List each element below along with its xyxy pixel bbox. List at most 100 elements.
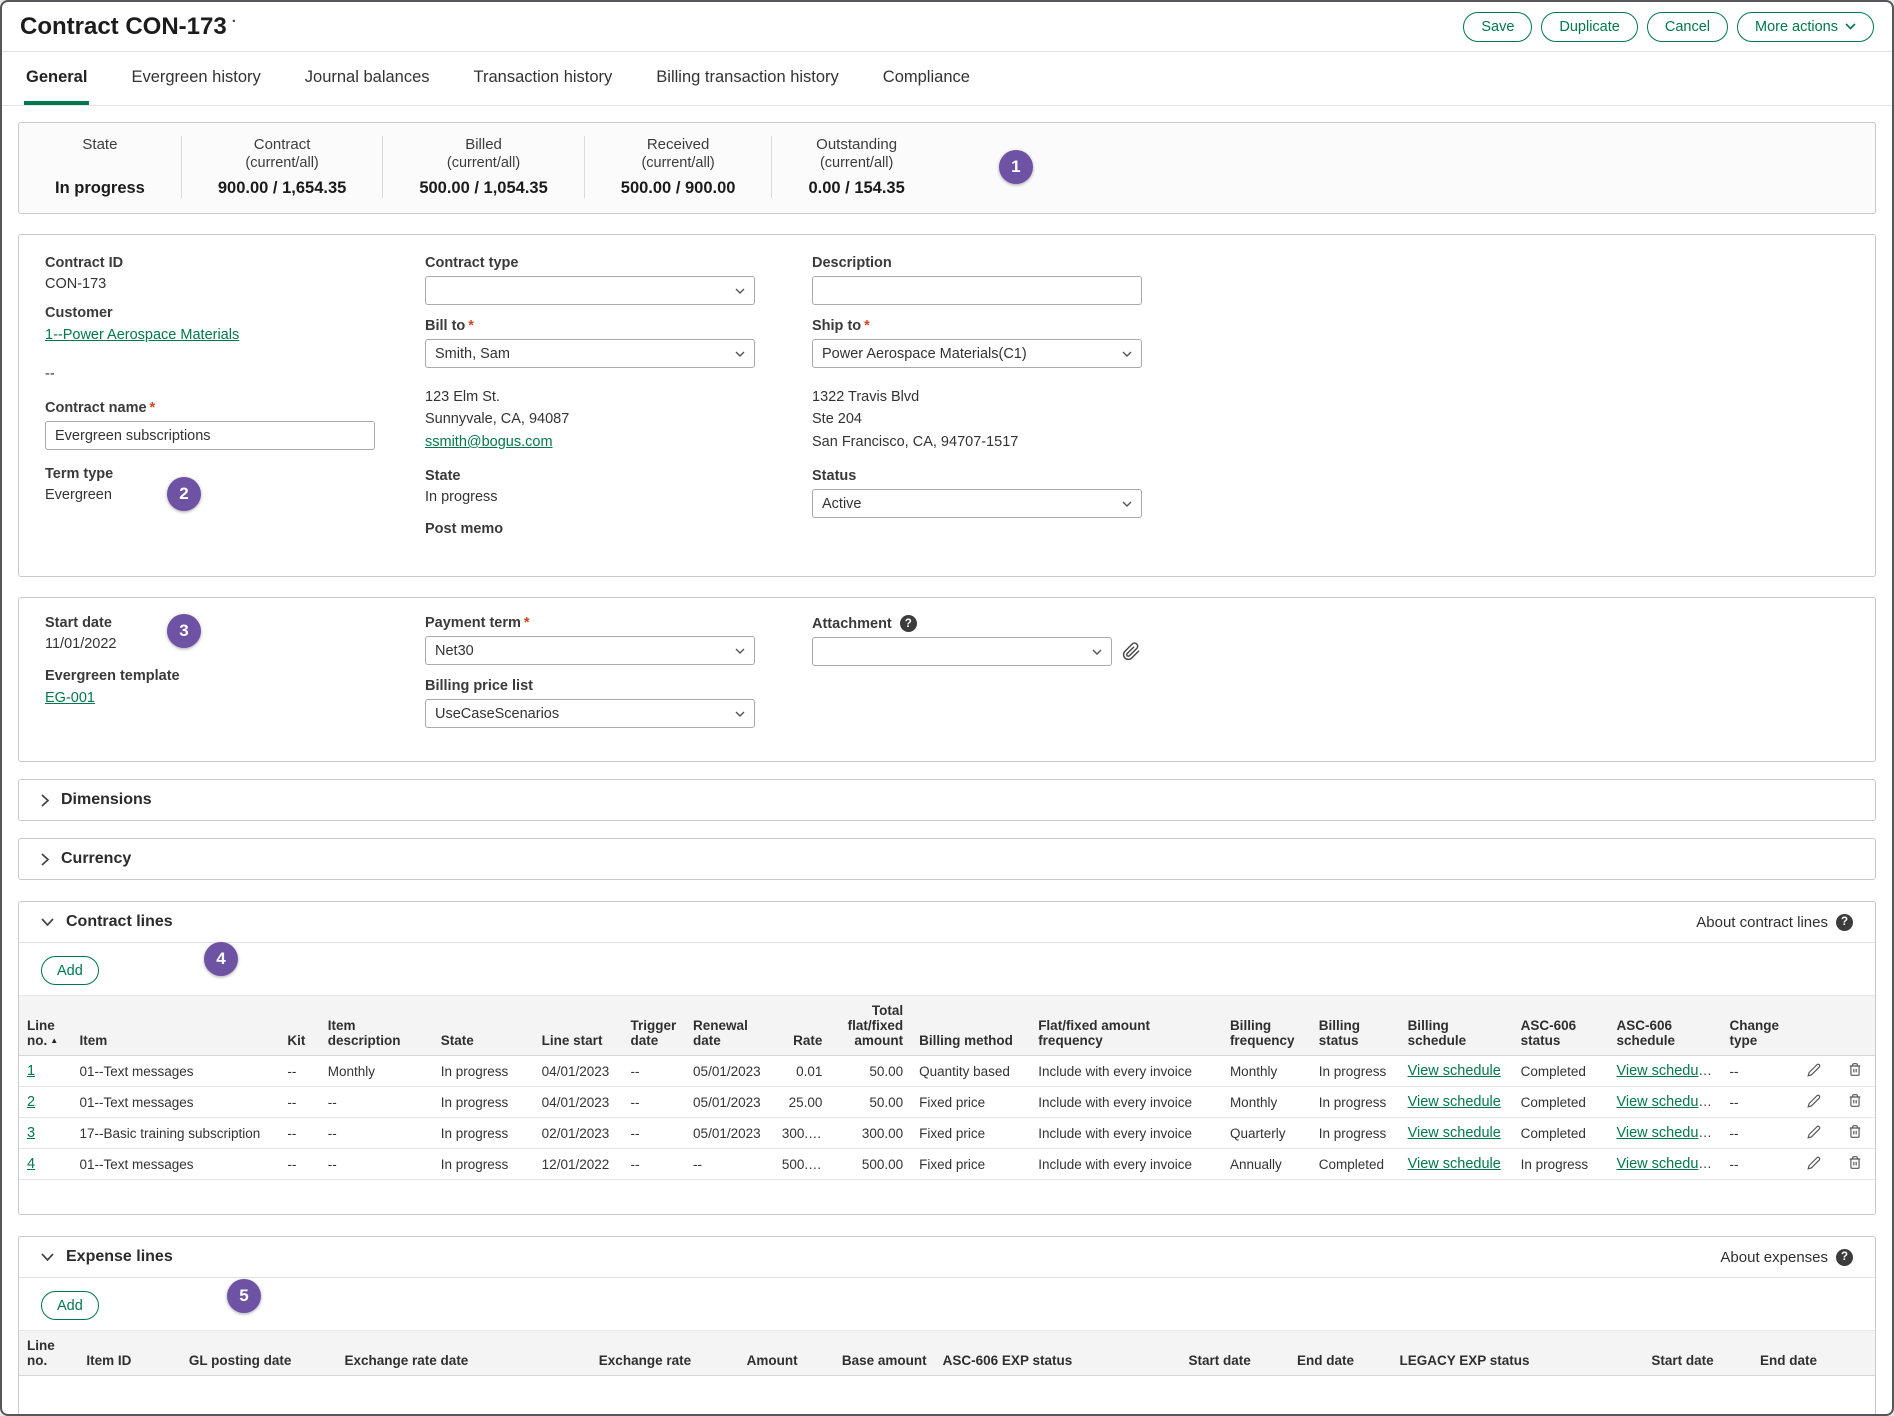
delete-icon[interactable] (1848, 1093, 1862, 1108)
duplicate-button[interactable]: Duplicate (1541, 12, 1637, 42)
delete-icon[interactable] (1848, 1124, 1862, 1139)
description-input[interactable] (812, 276, 1142, 305)
cell-asc606-status: Completed (1513, 1118, 1609, 1149)
cell-rate: 500.00 (774, 1149, 831, 1180)
col-exchange-rate-date[interactable]: Exchange rate date (337, 1331, 568, 1376)
form-column-right: Description Ship to* Power Aerospace Mat… (812, 255, 1432, 550)
col-asc606-status[interactable]: ASC-606 status (1513, 996, 1609, 1056)
delete-icon[interactable] (1848, 1155, 1862, 1170)
col-item-id[interactable]: Item ID (78, 1331, 180, 1376)
edit-icon[interactable] (1807, 1156, 1821, 1170)
edit-icon[interactable] (1807, 1094, 1821, 1108)
payment-term-select[interactable]: Net30 (425, 636, 755, 665)
bill-to-email-link[interactable]: ssmith@bogus.com (425, 434, 553, 450)
cell-rate: 25.00 (774, 1087, 831, 1118)
contract-lines-toggle[interactable]: Contract lines (41, 913, 173, 931)
line-no-link[interactable]: 2 (27, 1094, 35, 1110)
contract-name-input[interactable] (45, 421, 375, 450)
cell-state: In progress (433, 1149, 534, 1180)
col-start-date-2[interactable]: Start date (1643, 1331, 1752, 1376)
tab-billing-transaction-history[interactable]: Billing transaction history (654, 68, 841, 105)
asc606-schedule-link[interactable]: View schedule 1 (1616, 1063, 1721, 1079)
col-billing-status[interactable]: Billing status (1311, 996, 1400, 1056)
tab-evergreen-history[interactable]: Evergreen history (129, 68, 262, 105)
contract-type-select[interactable] (425, 276, 755, 305)
cell-billing-status: In progress (1311, 1087, 1400, 1118)
paperclip-icon[interactable] (1122, 642, 1141, 661)
col-billing-method[interactable]: Billing method (911, 996, 1030, 1056)
save-button[interactable]: Save (1463, 12, 1532, 42)
cell-billing-status: In progress (1311, 1118, 1400, 1149)
bill-to-select[interactable]: Smith, Sam (425, 339, 755, 368)
col-exchange-rate[interactable]: Exchange rate (568, 1331, 699, 1376)
billing-price-list-select[interactable]: UseCaseScenarios (425, 699, 755, 728)
cell-kit: -- (279, 1149, 319, 1180)
contract-line-row: 1 01--Text messages -- Monthly In progre… (19, 1056, 1875, 1087)
col-item[interactable]: Item (71, 996, 279, 1056)
terms-column-right: Attachment ? (812, 615, 1432, 741)
cancel-button[interactable]: Cancel (1647, 12, 1728, 42)
asc606-schedule-link[interactable]: View schedule 1 (1616, 1094, 1721, 1110)
cell-renewal-date: 05/01/2023 (685, 1087, 774, 1118)
col-renewal-date[interactable]: Renewal date (685, 996, 774, 1056)
required-asterisk: * (468, 318, 474, 334)
tab-compliance[interactable]: Compliance (881, 68, 972, 105)
col-end-date[interactable]: End date (1289, 1331, 1391, 1376)
line-no-link[interactable]: 1 (27, 1063, 35, 1079)
chevron-down-icon (41, 918, 54, 926)
col-trigger-date[interactable]: Trigger date (622, 996, 685, 1056)
tab-general[interactable]: General (24, 68, 89, 105)
help-icon[interactable]: ? (900, 615, 917, 632)
currency-section[interactable]: Currency (18, 838, 1876, 880)
cell-asc606-status: Completed (1513, 1056, 1609, 1087)
col-billing-schedule[interactable]: Billing schedule (1400, 996, 1513, 1056)
expense-lines-toggle[interactable]: Expense lines (41, 1248, 173, 1266)
asc606-schedule-link[interactable]: View schedule 1 (1616, 1156, 1721, 1172)
col-change-type[interactable]: Change type (1722, 996, 1795, 1056)
customer-link[interactable]: 1--Power Aerospace Materials (45, 327, 239, 343)
col-asc606-schedule[interactable]: ASC-606 schedule (1608, 996, 1721, 1056)
col-asc606-exp-status[interactable]: ASC-606 EXP status (935, 1331, 1181, 1376)
asc606-schedule-link[interactable]: View schedule 1 (1616, 1125, 1721, 1141)
col-line-start[interactable]: Line start (534, 996, 623, 1056)
col-rate[interactable]: Rate (774, 996, 831, 1056)
col-billing-frequency[interactable]: Billing frequency (1222, 996, 1311, 1056)
col-gl-posting-date[interactable]: GL posting date (181, 1331, 337, 1376)
col-amount[interactable]: Amount (699, 1331, 806, 1376)
col-total-flat-fixed-amount[interactable]: Total flat/fixed amount (830, 996, 911, 1056)
cell-kit: -- (279, 1087, 319, 1118)
col-edit (1794, 996, 1834, 1056)
billing-schedule-link[interactable]: View schedule (1408, 1063, 1501, 1079)
col-flat-fixed-amount-frequency[interactable]: Flat/fixed amount frequency (1030, 996, 1222, 1056)
col-base-amount[interactable]: Base amount (806, 1331, 935, 1376)
add-expense-line-button[interactable]: Add (41, 1291, 99, 1320)
col-legacy-exp-status[interactable]: LEGACY EXP status (1391, 1331, 1643, 1376)
col-kit[interactable]: Kit (279, 996, 319, 1056)
delete-icon[interactable] (1848, 1062, 1862, 1077)
help-icon[interactable]: ? (1836, 914, 1853, 931)
evergreen-template-link[interactable]: EG-001 (45, 690, 95, 706)
col-item-description[interactable]: Item description (320, 996, 433, 1056)
billing-schedule-link[interactable]: View schedule (1408, 1094, 1501, 1110)
col-start-date[interactable]: Start date (1180, 1331, 1289, 1376)
attachment-select[interactable] (812, 637, 1112, 666)
billing-schedule-link[interactable]: View schedule (1408, 1156, 1501, 1172)
col-line-no[interactable]: Line no. (19, 1331, 78, 1376)
col-state[interactable]: State (433, 996, 534, 1056)
tab-journal-balances[interactable]: Journal balances (303, 68, 432, 105)
col-end-date-2[interactable]: End date (1752, 1331, 1875, 1376)
edit-icon[interactable] (1807, 1063, 1821, 1077)
cell-line-start: 04/01/2023 (534, 1087, 623, 1118)
edit-icon[interactable] (1807, 1125, 1821, 1139)
billing-schedule-link[interactable]: View schedule (1408, 1125, 1501, 1141)
col-line-no[interactable]: Line no.▲ (19, 996, 71, 1056)
line-no-link[interactable]: 3 (27, 1125, 35, 1141)
line-no-link[interactable]: 4 (27, 1156, 35, 1172)
status-select[interactable]: Active (812, 489, 1142, 518)
add-contract-line-button[interactable]: Add (41, 956, 99, 985)
help-icon[interactable]: ? (1836, 1249, 1853, 1266)
more-actions-button[interactable]: More actions (1737, 12, 1874, 42)
tab-transaction-history[interactable]: Transaction history (472, 68, 615, 105)
ship-to-select[interactable]: Power Aerospace Materials(C1) (812, 339, 1142, 368)
dimensions-section[interactable]: Dimensions (18, 779, 1876, 821)
